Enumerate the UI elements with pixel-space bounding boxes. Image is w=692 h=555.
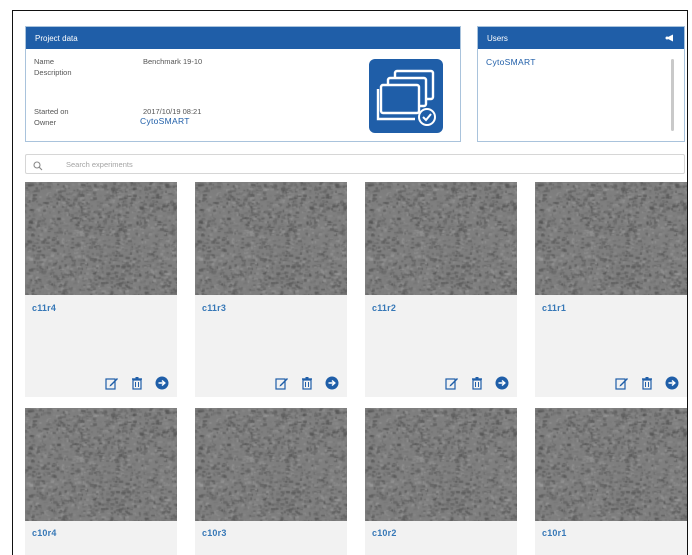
experiment-card[interactable]: c10r1 (535, 408, 687, 555)
experiment-card[interactable]: c10r3 (195, 408, 347, 555)
user-item[interactable]: CytoSMART (486, 57, 536, 67)
edit-icon[interactable] (105, 376, 119, 390)
name-label: Name (34, 57, 55, 66)
search-input[interactable] (66, 157, 666, 171)
experiment-card[interactable]: c11r2 (365, 182, 517, 397)
project-data-header: Project data (26, 27, 460, 49)
search-icon (32, 159, 44, 171)
users-header: Users (478, 27, 684, 49)
experiment-card[interactable]: c11r1 (535, 182, 687, 397)
trash-icon[interactable] (130, 376, 144, 390)
owner-link[interactable]: CytoSMART (140, 116, 190, 126)
started-on-label: Started on (34, 107, 69, 116)
experiment-card[interactable]: c11r3 (195, 182, 347, 397)
experiment-title[interactable]: c11r2 (372, 303, 396, 313)
users-title: Users (487, 33, 508, 43)
experiment-thumbnail[interactable] (195, 408, 347, 521)
experiment-title[interactable]: c11r1 (542, 303, 566, 313)
description-label: Description (34, 68, 72, 77)
experiment-card[interactable]: c10r2 (365, 408, 517, 555)
arrow-right-circle-icon[interactable] (155, 376, 169, 390)
name-value: Benchmark 19-10 (143, 57, 203, 66)
experiment-title[interactable]: c10r1 (542, 528, 567, 538)
experiment-thumbnail[interactable] (365, 182, 517, 295)
users-panel: Users CytoSMART (477, 26, 685, 142)
stacked-images-check-icon (369, 59, 443, 133)
started-on-value: 2017/10/19 08:21 (143, 107, 202, 116)
experiment-title[interactable]: c10r4 (32, 528, 57, 538)
experiment-thumbnail[interactable] (535, 182, 687, 295)
experiment-thumbnail[interactable] (25, 182, 177, 295)
experiment-card[interactable]: c11r4 (25, 182, 177, 397)
share-icon[interactable] (665, 33, 675, 43)
project-data-panel: Project data Name Benchmark 19-10 Descri… (25, 26, 461, 142)
users-scrollbar[interactable] (671, 59, 674, 131)
experiment-thumbnail[interactable] (25, 408, 177, 521)
arrow-right-circle-icon[interactable] (325, 376, 339, 390)
experiment-title[interactable]: c11r4 (32, 303, 56, 313)
experiment-title[interactable]: c10r2 (372, 528, 397, 538)
app-frame: Project data Name Benchmark 19-10 Descri… (12, 10, 688, 555)
experiment-title[interactable]: c11r3 (202, 303, 226, 313)
edit-icon[interactable] (275, 376, 289, 390)
experiment-card[interactable]: c10r4 (25, 408, 177, 555)
edit-icon[interactable] (445, 376, 459, 390)
search-bar (25, 154, 685, 174)
experiment-thumbnail[interactable] (365, 408, 517, 521)
experiment-thumbnail[interactable] (195, 182, 347, 295)
experiment-thumbnail[interactable] (535, 408, 687, 521)
arrow-right-circle-icon[interactable] (665, 376, 679, 390)
trash-icon[interactable] (470, 376, 484, 390)
edit-icon[interactable] (615, 376, 629, 390)
project-data-title: Project data (35, 33, 78, 43)
users-list: CytoSMART (486, 57, 536, 67)
experiment-title[interactable]: c10r3 (202, 528, 227, 538)
arrow-right-circle-icon[interactable] (495, 376, 509, 390)
owner-label: Owner (34, 118, 57, 127)
trash-icon[interactable] (640, 376, 654, 390)
trash-icon[interactable] (300, 376, 314, 390)
